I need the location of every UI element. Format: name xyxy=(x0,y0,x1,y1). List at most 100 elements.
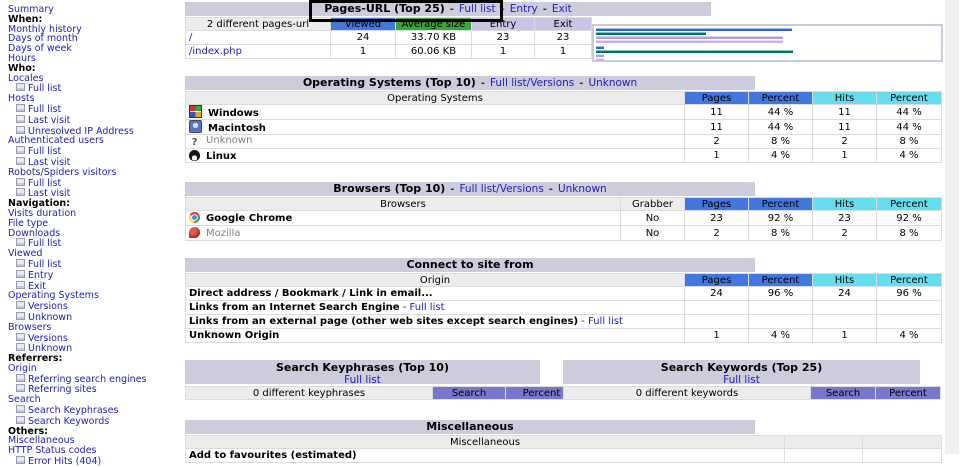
expand-box-icon xyxy=(16,104,25,112)
connect-table: Origin Pages Percent Hits Percent Direct… xyxy=(185,273,942,343)
sidebar-item-label: Search xyxy=(8,394,41,405)
pages-url-table: 2 different pages-url Viewed Average siz… xyxy=(185,17,592,59)
sidebar-item[interactable]: HTTP Status codes xyxy=(8,446,183,456)
sidebar-item[interactable]: Full list xyxy=(8,259,183,270)
table-row: Windows 11 44 % 11 44 % xyxy=(186,105,942,120)
percent-value: 96 % xyxy=(877,287,942,301)
sidebar-item-label: Robots/Spiders visitors xyxy=(8,167,116,178)
keywords-full-list-link[interactable]: Full list xyxy=(723,374,760,386)
keyphrases-titlebar: Search Keyphrases (Top 10) Full list xyxy=(185,360,540,384)
pages-value: 23 xyxy=(685,211,749,226)
sidebar-item[interactable]: Hosts xyxy=(8,94,183,104)
origin-name: Links from an Internet Search Engine xyxy=(189,302,400,313)
browser-name: Google Chrome xyxy=(206,213,292,224)
sidebar-item-label: Full list xyxy=(28,178,61,189)
mozilla-icon xyxy=(189,227,200,238)
table-row: Mozilla No 2 8 % 2 8 % xyxy=(186,226,942,241)
col-search-header: Search xyxy=(811,387,876,400)
table-row: Unknown Origin 1 4 % 1 4 % xyxy=(186,329,942,343)
col-pages-header: Pages xyxy=(685,198,749,211)
bar-row xyxy=(594,26,941,43)
percent-value: 44 % xyxy=(749,105,813,120)
percent-value: 8 % xyxy=(877,226,942,241)
sidebar-item[interactable]: Origin xyxy=(8,364,183,374)
sidebar-item[interactable]: Viewed xyxy=(8,249,183,259)
origin-full-list-link[interactable]: - Full list xyxy=(403,302,445,313)
browsers-full-list-link[interactable]: Full list/Versions xyxy=(459,183,543,195)
grabber-value: No xyxy=(621,226,685,241)
os-unknown-link[interactable]: Unknown xyxy=(588,77,637,89)
sidebar-item[interactable]: Full list xyxy=(8,178,183,189)
misc-header-row: Miscellaneous xyxy=(186,436,942,449)
col-hits-header: Hits xyxy=(813,274,877,287)
keyphrases-header-row: 0 different keyphrases Search Percent xyxy=(186,387,578,400)
pages-entry-link[interactable]: Entry xyxy=(510,3,538,15)
os-table: Operating Systems Pages Percent Hits Per… xyxy=(185,91,942,163)
exit-value: 1 xyxy=(535,45,592,59)
keywords-title: Search Keywords (Top 25) xyxy=(661,361,822,374)
sidebar-item[interactable]: Locales xyxy=(8,74,183,84)
pages-value: 2 xyxy=(685,226,749,241)
expand-box-icon xyxy=(16,188,25,196)
pages-exit-link[interactable]: Exit xyxy=(552,3,572,15)
sidebar-item[interactable]: Authenticated users xyxy=(8,136,183,146)
expand-box-icon xyxy=(16,384,25,392)
expand-box-icon xyxy=(16,126,25,134)
hits-value xyxy=(813,301,877,315)
browsers-name-header: Browsers xyxy=(186,198,621,211)
col-percent-header: Percent xyxy=(877,274,942,287)
os-table-header-row: Operating Systems Pages Percent Hits Per… xyxy=(186,92,942,105)
misc-value xyxy=(785,449,863,463)
misc-col xyxy=(863,436,942,449)
sidebar-item[interactable]: Browsers xyxy=(8,323,183,333)
os-full-list-link[interactable]: Full list/Versions xyxy=(490,77,574,89)
expand-box-icon xyxy=(16,456,25,464)
expand-box-icon xyxy=(16,405,25,413)
sidebar-item[interactable]: Last visit xyxy=(8,115,183,126)
sidebar-item[interactable]: Entry xyxy=(8,270,183,281)
sidebar-item[interactable]: Robots/Spiders visitors xyxy=(8,168,183,178)
sidebar-item[interactable]: Downloads xyxy=(8,229,183,239)
page-url-link[interactable]: / xyxy=(189,32,192,43)
percent-value: 4 % xyxy=(877,149,942,163)
sidebar-item[interactable]: Versions xyxy=(8,333,183,344)
entry-value: 1 xyxy=(472,45,535,59)
sidebar-item-label: HTTP Status codes xyxy=(8,445,96,456)
sidebar-item-label: Full list xyxy=(28,104,61,115)
pages-value: 11 xyxy=(685,120,749,135)
keywords-header-row: 0 different keywords Search Percent xyxy=(564,387,941,400)
browsers-unknown-link[interactable]: Unknown xyxy=(558,183,607,195)
page-url-link[interactable]: /index.php xyxy=(189,46,242,57)
scrollbar[interactable] xyxy=(945,0,959,454)
sidebar-item[interactable]: Search Keyphrases xyxy=(8,405,183,416)
linux-penguin-icon xyxy=(189,150,200,161)
sidebar-item-label: Entry xyxy=(28,270,53,281)
percent-value: 4 % xyxy=(877,329,942,343)
sidebar-item[interactable]: Referring search engines xyxy=(8,374,183,385)
col-search-header: Search xyxy=(433,387,506,400)
keyphrases-full-list-link[interactable]: Full list xyxy=(344,374,381,386)
origin-full-list-link[interactable]: - Full list xyxy=(581,316,623,327)
origin-name: Direct address / Bookmark / Link in emai… xyxy=(189,288,433,299)
table-row: Links from an Internet Search Engine - F… xyxy=(186,301,942,315)
bar-row xyxy=(594,44,941,61)
sidebar-item[interactable]: Full list xyxy=(8,146,183,157)
avg-size-value: 60.06 KB xyxy=(396,45,472,59)
sidebar-item[interactable]: Operating Systems xyxy=(8,291,183,301)
expand-box-icon xyxy=(16,238,25,246)
table-row: /index.php 1 60.06 KB 1 1 xyxy=(186,45,592,59)
sidebar-item[interactable]: Versions xyxy=(8,301,183,312)
sidebar-item-label: Locales xyxy=(8,73,43,84)
table-row: ?Unknown 2 8 % 2 8 % xyxy=(186,135,942,149)
pages-value xyxy=(685,301,749,315)
sidebar-item[interactable]: Full list xyxy=(8,104,183,115)
origin-name: Unknown Origin xyxy=(189,330,279,341)
exit-value: 23 xyxy=(535,31,592,45)
sidebar-item-label: Full list xyxy=(28,146,61,157)
sidebar-item[interactable]: Search xyxy=(8,395,183,405)
sidebar-item[interactable]: Error Hits (404) xyxy=(8,456,183,467)
pages-full-list-link[interactable]: Full list xyxy=(459,3,496,15)
misc-name-header: Miscellaneous xyxy=(186,436,785,449)
keywords-count: 0 different keywords xyxy=(564,387,811,400)
connect-titlebar: Connect to site from xyxy=(185,258,755,272)
